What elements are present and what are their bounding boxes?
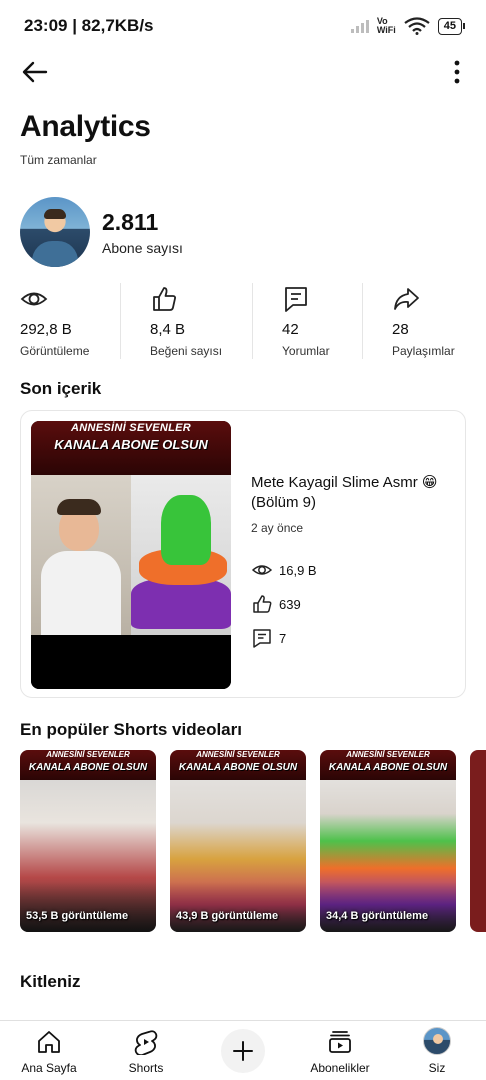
stats-row: 292,8 B Görüntüleme 8,4 B Beğeni sayısı … (0, 283, 486, 361)
nav-shorts-label: Shorts (128, 1061, 164, 1075)
wifi-icon (404, 17, 430, 35)
stat-label: Beğeni sayısı (150, 344, 223, 358)
eye-icon (251, 565, 273, 575)
short-views: 34,4 B görüntüleme (326, 910, 429, 922)
video-title[interactable]: Mete Kayagil Slime Asmr 😁 (Bölüm 9) (251, 473, 456, 513)
more-options-icon[interactable] (448, 58, 466, 86)
vowifi-label: Vo WiFi (377, 17, 396, 35)
short-card[interactable]: ANNESİNİ SEVENLER KANALA ABONE OLSUN 53,… (20, 750, 156, 932)
thumbnail-banner: ANNESİNİ SEVENLER KANALA ABONE OLSUN (31, 421, 231, 475)
divider (120, 283, 121, 359)
stat-label: Paylaşımlar (392, 344, 455, 358)
banner-line1: ANNESİNİ SEVENLER (70, 422, 191, 434)
short-views: 43,9 B görüntüleme (176, 910, 279, 922)
short-banner-line2: KANALA ABONE OLSUN (178, 762, 298, 773)
short-banner-line1: ANNESİNİ SEVENLER (196, 750, 280, 759)
create-button[interactable] (221, 1029, 265, 1073)
divider (362, 283, 363, 359)
thumbnail-slime (131, 475, 231, 635)
audience-title: Kitleniz (20, 972, 81, 991)
bottom-nav: Ana Sayfa Shorts Abonelikler Siz (0, 1020, 486, 1080)
shorts-carousel[interactable]: ANNESİNİ SEVENLER KANALA ABONE OLSUN 53,… (20, 750, 486, 932)
status-icons: Vo WiFi 45 (350, 17, 466, 35)
recent-content-title: Son içerik (20, 379, 102, 398)
short-banner: ANNESİNİ SEVENLER KANALA ABONE OLSUN (170, 750, 306, 780)
short-banner-line2: KANALA ABONE OLSUN (28, 762, 148, 773)
subscriber-count: 2.811 (102, 208, 159, 235)
comment-icon (285, 287, 307, 312)
short-card[interactable]: ANNESİNİ SEVENLER KANALA ABONE OLSUN 34,… (320, 750, 456, 932)
status-time-speed: 23:09 | 82,7KB/s (24, 16, 154, 35)
battery-indicator: 45 (437, 17, 466, 35)
short-card-partial[interactable] (470, 750, 486, 932)
subscriptions-icon (329, 1031, 351, 1053)
stat-label: Görüntüleme (20, 344, 90, 358)
plus-icon (233, 1041, 253, 1061)
short-banner: ANNESİNİ SEVENLER KANALA ABONE OLSUN (20, 750, 156, 780)
nav-you-label: Siz (428, 1061, 446, 1075)
short-views: 53,5 B görüntüleme (26, 910, 129, 922)
shorts-icon (134, 1030, 158, 1055)
stat-value: 8,4 B (150, 321, 186, 338)
channel-avatar (20, 197, 90, 267)
stat-value: 42 (282, 321, 299, 338)
home-icon (38, 1031, 60, 1053)
stat-value: 28 (392, 321, 409, 338)
short-banner-line1: ANNESİNİ SEVENLER (46, 750, 130, 759)
video-age: 2 ay önce (251, 521, 304, 535)
popular-shorts-title: En popüler Shorts videoları (20, 720, 242, 739)
nav-home-label: Ana Sayfa (21, 1061, 77, 1075)
short-banner-line1: ANNESİNİ SEVENLER (346, 750, 430, 759)
nav-subscriptions[interactable]: Abonelikler (295, 1027, 385, 1079)
short-banner: ANNESİNİ SEVENLER KANALA ABONE OLSUN (320, 750, 456, 780)
share-icon (394, 288, 419, 310)
profile-avatar (423, 1027, 451, 1055)
video-likes-value: 639 (279, 596, 301, 612)
banner-line2: KANALA ABONE OLSUN (54, 437, 208, 452)
thumbs-up-icon (253, 595, 272, 613)
recent-video-card[interactable]: ANNESİNİ SEVENLER KANALA ABONE OLSUN Met… (20, 410, 466, 698)
nav-home[interactable]: Ana Sayfa (4, 1027, 94, 1079)
page-title: Analytics (20, 110, 151, 143)
video-views: 16,9 B (251, 559, 456, 581)
vowifi-line2: WiFi (376, 25, 396, 35)
channel-summary: 2.811 Abone sayısı (20, 197, 183, 267)
status-bar: 23:09 | 82,7KB/s Vo WiFi 45 (0, 0, 486, 52)
thumbs-up-icon (153, 287, 176, 311)
cell-signal-icon (350, 19, 369, 33)
back-arrow-icon[interactable] (20, 58, 50, 86)
video-thumbnail[interactable]: ANNESİNİ SEVENLER KANALA ABONE OLSUN (31, 421, 231, 689)
comment-icon (253, 629, 271, 648)
stat-value: 292,8 B (20, 321, 72, 338)
nav-shorts[interactable]: Shorts (101, 1027, 191, 1079)
video-comments: 7 (251, 627, 456, 649)
video-views-value: 16,9 B (279, 562, 317, 578)
subscriber-label: Abone sayısı (102, 239, 183, 256)
date-range-label: Tüm zamanlar (20, 153, 97, 167)
short-card[interactable]: ANNESİNİ SEVENLER KANALA ABONE OLSUN 43,… (170, 750, 306, 932)
thumbnail-person (31, 475, 131, 635)
nav-subscriptions-label: Abonelikler (310, 1061, 370, 1075)
divider (252, 283, 253, 359)
short-banner-line2: KANALA ABONE OLSUN (328, 762, 448, 773)
eye-icon (20, 292, 48, 306)
stat-label: Yorumlar (282, 344, 330, 358)
video-comments-value: 7 (279, 630, 287, 646)
video-likes: 639 (251, 593, 456, 615)
top-nav (0, 52, 486, 92)
nav-you[interactable]: Siz (392, 1027, 482, 1079)
